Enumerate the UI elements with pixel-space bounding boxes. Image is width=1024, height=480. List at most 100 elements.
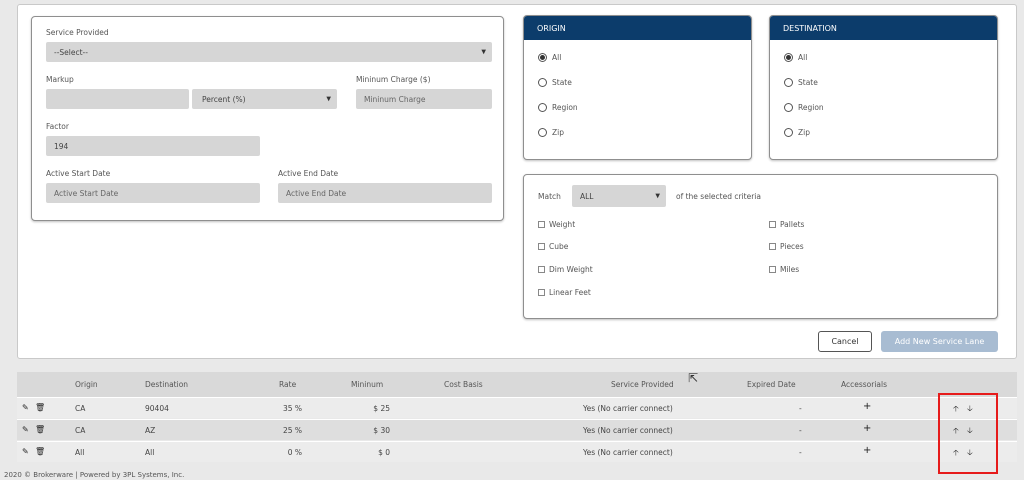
column-header-origin: Origin <box>75 380 98 389</box>
radio-icon <box>784 128 793 137</box>
origin-option-state[interactable]: State <box>538 78 572 87</box>
table-row: ✎ 🗑 CA 90404 35 % $ 25 Yes (No carrier c… <box>17 397 1017 418</box>
destination-option-label: Zip <box>798 128 810 137</box>
cell-rate: 25 % <box>282 426 302 435</box>
criteria-label: Cube <box>549 242 569 251</box>
plus-icon[interactable]: + <box>863 423 871 434</box>
checkbox-icon <box>769 243 776 250</box>
chevron-down-icon: ▼ <box>326 95 331 103</box>
origin-option-all[interactable]: All <box>538 53 561 62</box>
criteria-label: Linear Feet <box>549 288 591 297</box>
minimum-charge-input[interactable]: Mininum Charge <box>356 89 492 109</box>
destination-option-zip[interactable]: Zip <box>784 128 810 137</box>
add-new-service-lane-button[interactable]: Add New Service Lane <box>881 331 998 352</box>
chevron-down-icon: ▼ <box>481 48 486 56</box>
service-provided-select[interactable]: --Select-- ▼ <box>46 42 492 62</box>
active-start-date-label: Active Start Date <box>46 169 111 178</box>
active-end-date-input[interactable]: Active End Date <box>278 183 492 203</box>
match-suffix: of the selected criteria <box>676 192 761 201</box>
destination-panel: DESTINATION All State Region Zip <box>769 15 998 160</box>
cell-minimum: $ 0 <box>378 448 390 457</box>
cell-minimum: $ 25 <box>373 404 390 413</box>
markup-input[interactable] <box>46 89 189 109</box>
cancel-button[interactable]: Cancel <box>818 331 872 352</box>
chevron-down-icon: ▼ <box>655 192 660 200</box>
plus-icon[interactable]: + <box>863 445 871 456</box>
plus-icon[interactable]: + <box>863 401 871 412</box>
service-provided-value: --Select-- <box>54 47 88 57</box>
pencil-icon[interactable]: ✎ <box>22 403 29 412</box>
minimum-charge-label: Mininum Charge ($) <box>356 75 431 84</box>
criteria-label: Miles <box>780 265 800 274</box>
criteria-label: Weight <box>549 220 576 229</box>
radio-selected-icon <box>538 53 547 62</box>
column-header-service-provided: Service Provided <box>611 380 674 389</box>
column-header-accessorials: Accessorials <box>841 380 888 389</box>
trash-icon[interactable]: 🗑 <box>35 425 45 434</box>
trash-icon[interactable]: 🗑 <box>35 447 45 456</box>
origin-option-label: All <box>552 53 562 62</box>
cell-expired-date: - <box>799 404 802 413</box>
origin-option-label: Region <box>552 103 578 112</box>
criteria-label: Pieces <box>780 242 804 251</box>
cell-service-provided: Yes (No carrier connect) <box>583 404 673 413</box>
active-end-date-placeholder: Active End Date <box>286 188 347 198</box>
trash-icon[interactable]: 🗑 <box>35 403 45 412</box>
cell-origin: CA <box>75 404 86 413</box>
origin-panel-title: ORIGIN <box>524 16 751 40</box>
markup-type-select[interactable]: Percent (%) ▼ <box>192 89 337 109</box>
criteria-pallets[interactable]: Pallets <box>769 220 804 229</box>
checkbox-icon <box>538 289 545 296</box>
column-header-destination: Destination <box>145 380 189 389</box>
origin-option-label: Zip <box>552 128 564 137</box>
column-header-rate: Rate <box>279 380 297 389</box>
radio-selected-icon <box>784 53 793 62</box>
criteria-dim-weight[interactable]: Dim Weight <box>538 265 593 274</box>
match-select[interactable]: ALL ▼ <box>572 185 666 207</box>
radio-icon <box>538 78 547 87</box>
radio-icon <box>784 78 793 87</box>
criteria-weight[interactable]: Weight <box>538 220 575 229</box>
destination-option-label: Region <box>798 103 824 112</box>
origin-option-zip[interactable]: Zip <box>538 128 564 137</box>
service-lane-details-card: Service Provided --Select-- ▼ Markup Per… <box>31 16 504 221</box>
service-lane-form-container: Service Provided --Select-- ▼ Markup Per… <box>17 4 1017 359</box>
cell-expired-date: - <box>799 426 802 435</box>
origin-option-label: State <box>552 78 572 87</box>
mouse-cursor-icon: ⇱ <box>688 371 699 385</box>
active-end-date-label: Active End Date <box>278 169 339 178</box>
criteria-miles[interactable]: Miles <box>769 265 799 274</box>
checkbox-icon <box>769 221 776 228</box>
origin-panel: ORIGIN All State Region Zip <box>523 15 752 160</box>
match-value: ALL <box>580 191 594 201</box>
cell-service-provided: Yes (No carrier connect) <box>583 426 673 435</box>
service-provided-label: Service Provided <box>46 28 109 37</box>
table-row: ✎ 🗑 CA AZ 25 % $ 30 Yes (No carrier conn… <box>17 419 1017 440</box>
cell-service-provided: Yes (No carrier connect) <box>583 448 673 457</box>
table-header: Origin Destination Rate Mininum Cost Bas… <box>17 372 1017 397</box>
checkbox-icon <box>769 266 776 273</box>
markup-label: Markup <box>46 75 74 84</box>
destination-option-state[interactable]: State <box>784 78 818 87</box>
criteria-pieces[interactable]: Pieces <box>769 242 804 251</box>
factor-input[interactable]: 194 <box>46 136 260 156</box>
criteria-cube[interactable]: Cube <box>538 242 568 251</box>
cell-destination: All <box>145 448 155 457</box>
criteria-label: Pallets <box>780 220 805 229</box>
origin-option-region[interactable]: Region <box>538 103 578 112</box>
checkbox-icon <box>538 221 545 228</box>
radio-icon <box>538 103 547 112</box>
factor-value: 194 <box>54 141 69 151</box>
pencil-icon[interactable]: ✎ <box>22 447 29 456</box>
cell-origin: All <box>75 448 85 457</box>
destination-option-all[interactable]: All <box>784 53 807 62</box>
destination-option-region[interactable]: Region <box>784 103 824 112</box>
checkbox-icon <box>538 243 545 250</box>
match-label: Match <box>538 192 561 201</box>
active-start-date-input[interactable]: Active Start Date <box>46 183 260 203</box>
column-header-expired-date: Expired Date <box>747 380 796 389</box>
column-header-cost-basis: Cost Basis <box>444 380 483 389</box>
criteria-linear-feet[interactable]: Linear Feet <box>538 288 591 297</box>
criteria-label: Dim Weight <box>549 265 593 274</box>
pencil-icon[interactable]: ✎ <box>22 425 29 434</box>
